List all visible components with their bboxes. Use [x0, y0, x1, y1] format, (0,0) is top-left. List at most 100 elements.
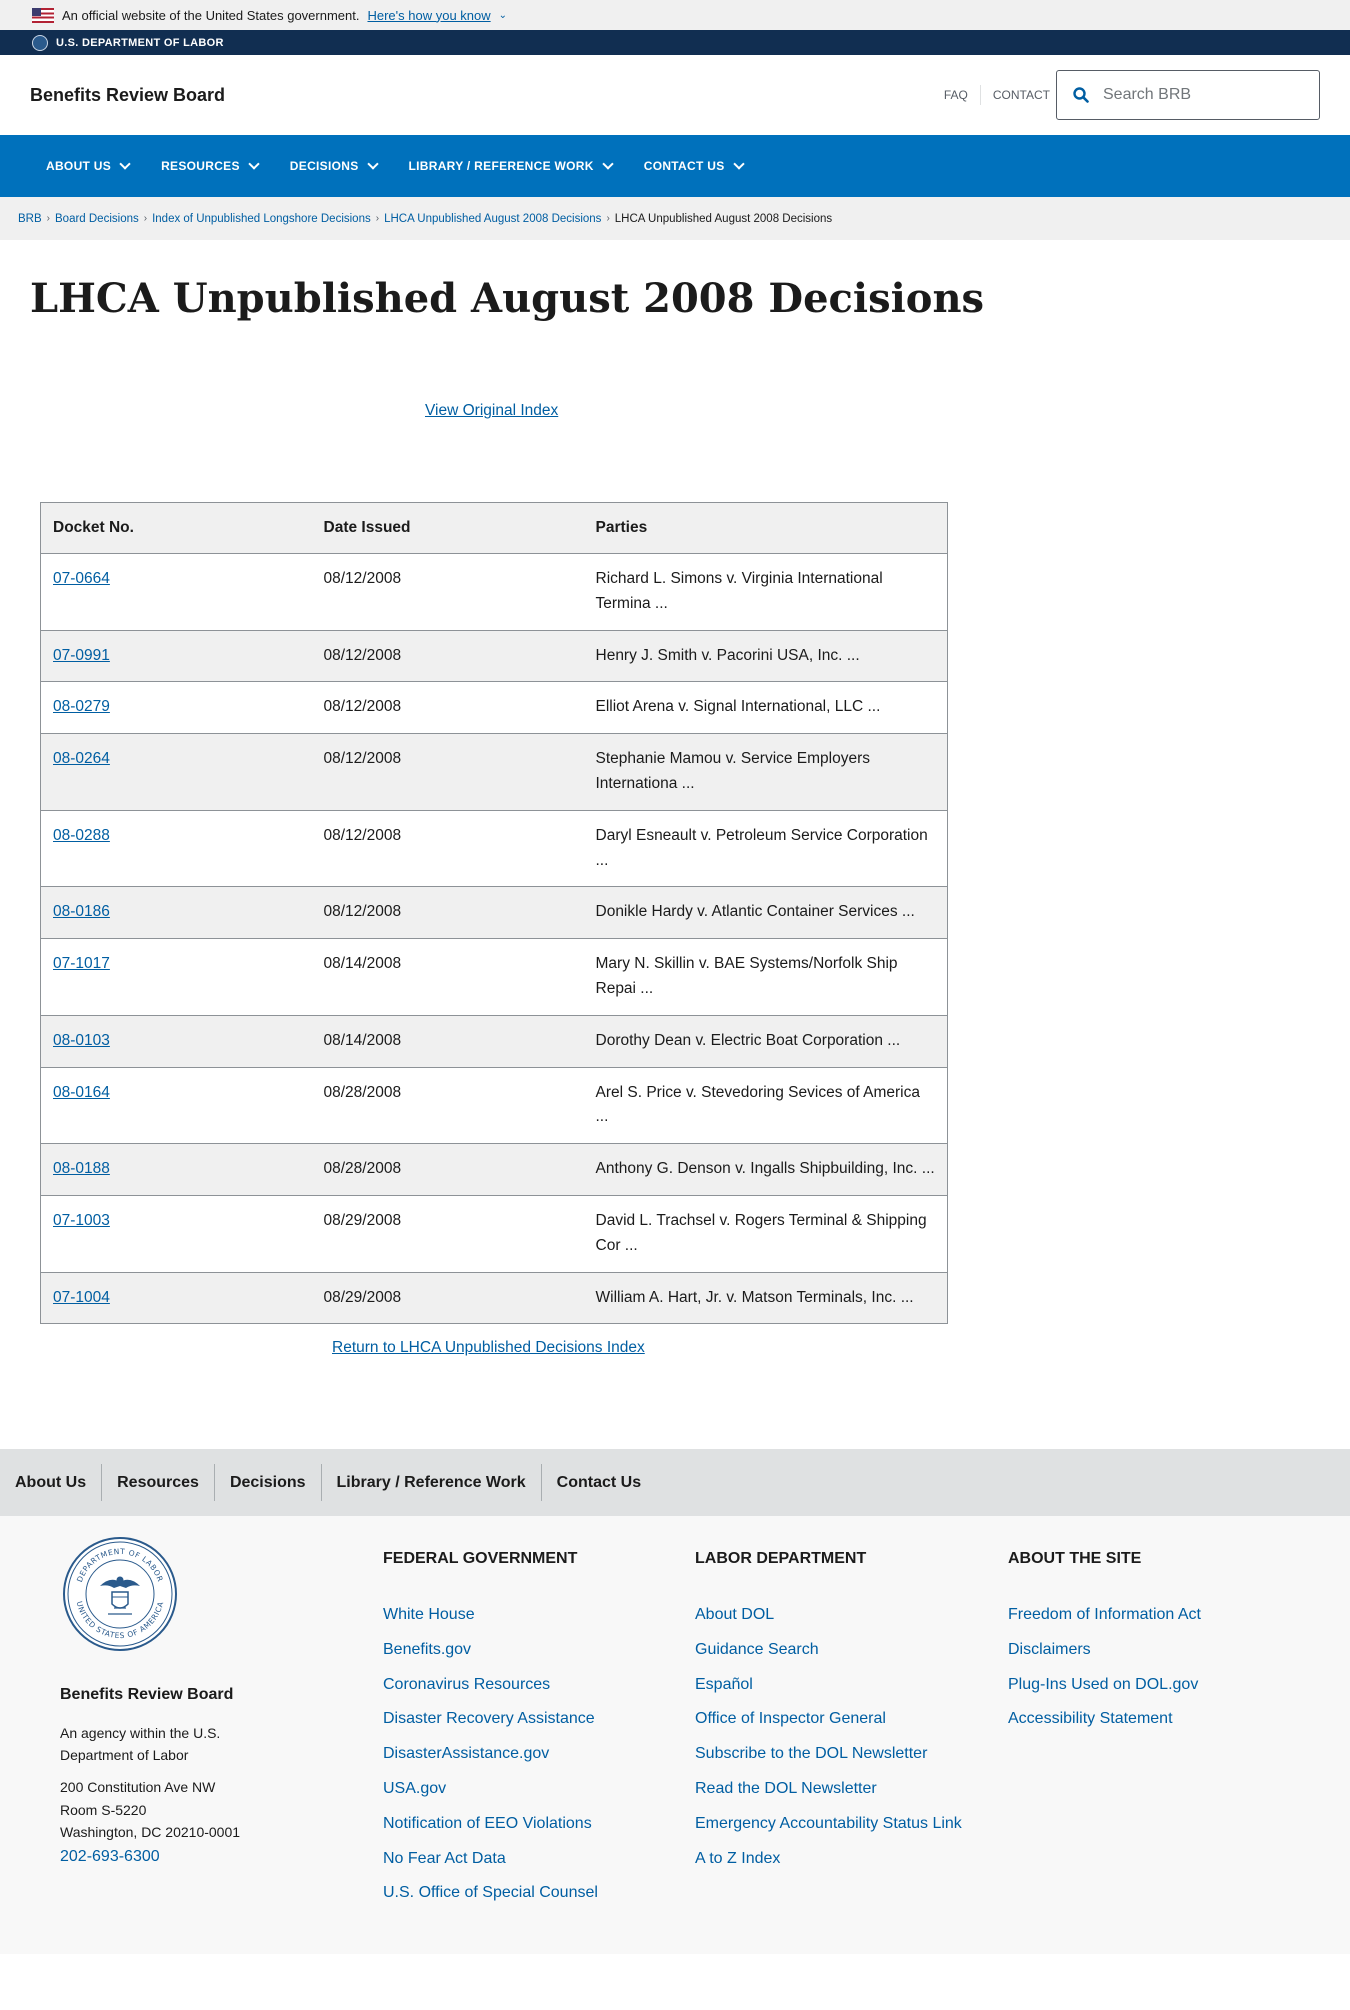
table-row: 08-0188 08/28/2008 Anthony G. Denson v. In…: [40, 1143, 948, 1196]
docket-link[interactable]: 07-0664: [53, 570, 110, 587]
table-row: 07-0991 08/12/2008 Henry J. Smith v. Pacor…: [40, 629, 948, 682]
agency-name: Benefits Review Board: [60, 1686, 234, 1703]
docket-link[interactable]: 08-0188: [53, 1160, 110, 1177]
footer-link[interactable]: Accessibility Statement: [1008, 1702, 1201, 1737]
parties-cell: Richard L. Simons v. Virginia Internatio…: [583, 553, 948, 631]
decisions-table: Docket No. Date Issued Parties 07-0664 08…: [40, 502, 948, 1325]
breadcrumb-link[interactable]: Board Decisions: [55, 213, 139, 225]
faq-link[interactable]: FAQ: [944, 88, 968, 102]
docket-link[interactable]: 08-0164: [53, 1084, 110, 1101]
docket-link[interactable]: 07-1004: [53, 1289, 110, 1306]
table-row: 08-0264 08/12/2008 Stephanie Mamou v. Serv…: [40, 733, 948, 811]
chevron-down-icon[interactable]: ⌄: [499, 10, 507, 21]
breadcrumb-current: LHCA Unpublished August 2008 Decisions: [614, 212, 833, 225]
dol-seal-icon: [32, 34, 48, 51]
parties-cell: Donikle Hardy v. Atlantic Container Serv…: [583, 886, 948, 939]
footer-nav-resources[interactable]: Resources: [101, 1464, 214, 1501]
dol-seal-logo[interactable]: DEPARTMENT OF LABOR UNITED STATES OF AME…: [62, 1536, 178, 1652]
parties-cell: Stephanie Mamou v. Service Employers Int…: [583, 733, 948, 811]
footer-link[interactable]: Plug-Ins Used on DOL.gov: [1008, 1668, 1201, 1703]
footer-link[interactable]: Disaster Recovery Assistance: [383, 1702, 598, 1737]
table-header-row: Docket No. Date Issued Parties: [40, 502, 948, 554]
footer-link[interactable]: Coronavirus Resources: [383, 1668, 598, 1703]
breadcrumb-link[interactable]: BRB: [18, 213, 42, 225]
parties-cell: Henry J. Smith v. Pacorini USA, Inc. ...: [583, 629, 948, 682]
footer-link[interactable]: No Fear Act Data: [383, 1842, 598, 1877]
footer-link[interactable]: Office of Inspector General: [695, 1702, 962, 1737]
breadcrumb-separator: ›: [143, 213, 148, 224]
footer-column-heading: ABOUT THE SITE: [1008, 1550, 1142, 1567]
footer-nav-library[interactable]: Library / Reference Work: [320, 1464, 541, 1501]
footer-column-heading: FEDERAL GOVERNMENT: [383, 1550, 578, 1567]
nav-contact-us[interactable]: CONTACT US: [628, 135, 759, 197]
breadcrumb-link[interactable]: LHCA Unpublished August 2008 Decisions: [384, 213, 601, 225]
gov-banner-text: An official website of the United States…: [62, 7, 360, 23]
footer-nav-contact-us[interactable]: Contact Us: [540, 1464, 656, 1501]
utility-links: FAQ CONTACT: [944, 85, 1050, 105]
footer-nav-decisions[interactable]: Decisions: [213, 1464, 321, 1501]
date-cell: 08/12/2008: [311, 553, 584, 631]
footer-link[interactable]: About DOL: [695, 1598, 962, 1633]
footer-link[interactable]: Subscribe to the DOL Newsletter: [695, 1737, 962, 1772]
date-cell: 08/12/2008: [311, 809, 584, 887]
main-nav: ABOUT US RESOURCES DECISIONS LIBRARY / R…: [0, 135, 1350, 197]
docket-link[interactable]: 07-1003: [53, 1212, 110, 1229]
column-header: Parties: [583, 502, 948, 554]
footer-link[interactable]: Español: [695, 1668, 962, 1703]
footer-link[interactable]: Freedom of Information Act: [1008, 1598, 1201, 1633]
chevron-down-icon: [119, 158, 131, 170]
docket-link[interactable]: 07-1017: [53, 955, 110, 972]
table-row: 07-0664 08/12/2008 Richard L. Simons v. Vi…: [40, 553, 948, 631]
parties-cell: Dorothy Dean v. Electric Boat Corporatio…: [583, 1014, 948, 1068]
address-line: 200 Constitution Ave NW: [60, 1779, 216, 1796]
nav-about-us[interactable]: ABOUT US: [30, 135, 145, 197]
breadcrumb-link[interactable]: Index of Unpublished Longshore Decisions: [152, 213, 371, 225]
search-icon[interactable]: [1073, 87, 1089, 103]
nav-library[interactable]: LIBRARY / REFERENCE WORK: [393, 135, 628, 197]
footer-link[interactable]: A to Z Index: [695, 1842, 962, 1877]
footer-link[interactable]: Guidance Search: [695, 1633, 962, 1668]
table-row: 08-0279 08/12/2008 Elliot Arena v. Signal …: [40, 681, 948, 734]
parties-cell: Arel S. Price v. Stevedoring Sevices of …: [583, 1066, 948, 1144]
breadcrumb-separator: ›: [606, 213, 610, 224]
breadcrumb-separator: ›: [46, 213, 50, 224]
footer: DEPARTMENT OF LABOR UNITED STATES OF AME…: [0, 1516, 1350, 1954]
footer-link[interactable]: DisasterAssistance.gov: [383, 1737, 598, 1772]
footer-column-about-site: ABOUT THE SITE Freedom of Information Ac…: [1008, 1550, 1201, 1737]
chevron-down-icon: [602, 158, 614, 170]
how-you-know-link[interactable]: Here's how you know: [367, 8, 490, 23]
search-input[interactable]: [1103, 86, 1293, 104]
footer-link[interactable]: Benefits.gov: [383, 1633, 598, 1668]
footer-link[interactable]: U.S. Office of Special Counsel: [383, 1876, 598, 1911]
site-title[interactable]: Benefits Review Board: [30, 85, 225, 106]
parties-cell: David L. Trachsel v. Rogers Terminal & S…: [583, 1194, 948, 1273]
date-cell: 08/29/2008: [311, 1271, 584, 1324]
phone-link[interactable]: 202-693-6300: [60, 1848, 160, 1865]
footer-link[interactable]: Read the DOL Newsletter: [695, 1772, 962, 1807]
view-original-index-link[interactable]: View Original Index: [425, 402, 558, 420]
docket-link[interactable]: 08-0103: [53, 1032, 110, 1049]
return-to-index-link[interactable]: Return to LHCA Unpublished Decisions Ind…: [332, 1339, 645, 1357]
footer-link[interactable]: Emergency Accountability Status Link: [695, 1807, 962, 1842]
footer-link[interactable]: Notification of EEO Violations: [383, 1807, 598, 1842]
docket-link[interactable]: 07-0991: [53, 647, 110, 664]
contact-link[interactable]: CONTACT: [993, 88, 1050, 102]
footer-link[interactable]: USA.gov: [383, 1772, 598, 1807]
nav-decisions[interactable]: DECISIONS: [274, 135, 393, 197]
docket-link[interactable]: 08-0186: [53, 903, 110, 920]
footer-link[interactable]: White House: [383, 1598, 598, 1633]
chevron-down-icon: [732, 158, 745, 170]
agency-strip-label[interactable]: U.S. DEPARTMENT OF LABOR: [56, 37, 224, 49]
breadcrumb-separator: ›: [375, 213, 380, 224]
nav-resources[interactable]: RESOURCES: [145, 135, 274, 197]
agency-strip: U.S. DEPARTMENT OF LABOR: [0, 30, 1350, 55]
docket-link[interactable]: 08-0288: [53, 827, 110, 844]
page-title: LHCA Unpublished August 2008 Decisions: [30, 275, 985, 322]
table-row: 07-1003 08/29/2008 David L. Trachsel v. Ro…: [40, 1194, 948, 1273]
footer-link[interactable]: Disclaimers: [1008, 1633, 1201, 1668]
docket-link[interactable]: 08-0279: [53, 698, 110, 715]
search-box[interactable]: [1056, 70, 1320, 120]
docket-link[interactable]: 08-0264: [53, 750, 110, 767]
site-header: Benefits Review Board FAQ CONTACT: [0, 55, 1350, 135]
footer-nav-about-us[interactable]: About Us: [0, 1464, 101, 1501]
